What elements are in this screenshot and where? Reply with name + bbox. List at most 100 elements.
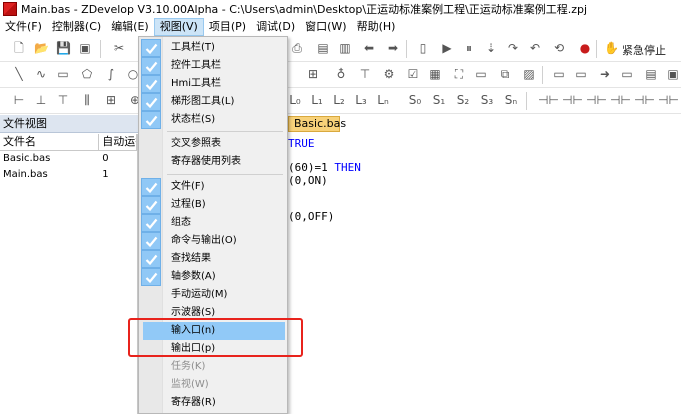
view-menu-item-register[interactable]: 寄存器(R) (139, 394, 287, 412)
bookmark-icon[interactable]: ▥ (338, 41, 352, 55)
view-menu-item-statusbar[interactable]: 状态栏(S) (139, 111, 287, 129)
pin-icon[interactable]: ♁ (334, 67, 348, 81)
main-toolbar: 🗋 📂 💾 ▣ ✂ ⎙ ▤ ▥ ⬅ ➡ ▯ ▶ ⏸ ⇣ ↷ ↶ ⟲ ● ✋ 紧急… (0, 36, 681, 62)
view-menu-item-command-output[interactable]: 命令与输出(O) (139, 232, 287, 250)
axis-sn-button[interactable]: Sₙ (504, 93, 518, 107)
curve-icon[interactable]: ∫ (104, 67, 118, 81)
document-icon[interactable]: ▤ (316, 41, 330, 55)
view-menu-item-cross-reference[interactable]: 交叉参照表 (139, 135, 287, 153)
axis-l3-button[interactable]: L₃ (354, 93, 368, 107)
contact-rise-icon[interactable]: ⊣⊢ (586, 93, 607, 107)
axis-s0-button[interactable]: S₀ (408, 93, 422, 107)
menu-item-label: 轴参数(A) (171, 271, 216, 282)
axis-ln-button[interactable]: Lₙ (376, 93, 390, 107)
line-icon[interactable]: ╲ (12, 67, 26, 81)
menu-help[interactable]: 帮助(H) (352, 18, 401, 36)
title-bar: Main.bas - ZDevelop V3.10.00Alpha - C:\U… (0, 0, 681, 18)
view-menu-item-manual-motion[interactable]: 手动运动(M) (139, 286, 287, 304)
table-icon[interactable]: ▤ (644, 67, 658, 81)
view-menu-item-process[interactable]: 过程(B) (139, 196, 287, 214)
contact-no-icon[interactable]: ⊣⊢ (538, 93, 559, 107)
menu-item-label: 查找结果 (171, 253, 211, 264)
menu-item-label: 工具栏(T) (171, 42, 215, 53)
arrow-icon[interactable]: ➜ (598, 67, 612, 81)
step-out-icon[interactable]: ↶ (528, 41, 542, 55)
save-icon[interactable]: 💾 (56, 41, 71, 55)
image-icon[interactable]: ▨ (522, 67, 536, 81)
code-keyword: THEN (334, 161, 361, 174)
table-row[interactable]: Basic.bas 0 (0, 151, 137, 167)
input-field-icon[interactable]: ▭ (552, 67, 566, 81)
axis-s2-button[interactable]: S₂ (456, 93, 470, 107)
save-all-icon[interactable]: ▣ (78, 41, 92, 55)
column-filename[interactable]: 文件名 (0, 134, 100, 150)
contact-p-icon[interactable]: ⊣⊢ (634, 93, 655, 107)
file-name-cell: Main.bas (3, 169, 48, 180)
edit-field-icon[interactable]: ▭ (574, 67, 588, 81)
axis-l2-button[interactable]: L₂ (332, 93, 346, 107)
view-menu-item-find-results[interactable]: 查找结果 (139, 250, 287, 268)
gear-icon[interactable]: ⚙ (382, 67, 396, 81)
record-icon[interactable]: ● (578, 41, 592, 55)
view-menu-item-file[interactable]: 文件(F) (139, 178, 287, 196)
rectangle-icon[interactable]: ▭ (56, 67, 70, 81)
menu-window[interactable]: 窗口(W) (300, 18, 351, 36)
align-left-icon[interactable]: ⊢ (12, 93, 26, 107)
align-top-icon[interactable]: ⊤ (56, 93, 70, 107)
run-icon[interactable]: ▶ (440, 41, 454, 55)
contact-nc-icon[interactable]: ⊣⊢ (562, 93, 583, 107)
step-into-icon[interactable]: ⇣ (484, 41, 498, 55)
checkmark-icon (141, 178, 161, 196)
contact-f-icon[interactable]: ⊣⊢ (658, 93, 679, 107)
menu-project[interactable]: 项目(P) (204, 18, 251, 36)
more-icon[interactable]: ▣ (666, 67, 680, 81)
button-icon[interactable]: ▭ (620, 67, 634, 81)
cut-icon[interactable]: ✂ (112, 41, 126, 55)
step-over-icon[interactable]: ↷ (506, 41, 520, 55)
column-autorun[interactable]: 自动运行 (99, 134, 137, 150)
grid-large-icon[interactable]: ▦ (428, 67, 442, 81)
label-icon[interactable]: ▭ (474, 67, 488, 81)
download-icon[interactable]: ▯ (416, 41, 430, 55)
frame-icon[interactable]: ⛶ (452, 67, 466, 81)
distribute-icon[interactable]: ⫼ (80, 93, 94, 107)
view-menu-item-axis-params[interactable]: 轴参数(A) (139, 268, 287, 286)
arrow-left-icon[interactable]: ⬅ (362, 41, 376, 55)
pause-icon[interactable]: ⏸ (462, 41, 476, 55)
contact-fall-icon[interactable]: ⊣⊢ (610, 93, 631, 107)
menu-edit[interactable]: 编辑(E) (106, 18, 154, 36)
emergency-stop-button[interactable]: 紧急停止 (622, 42, 666, 58)
clone-icon[interactable]: ⧉ (498, 67, 512, 81)
axis-s1-button[interactable]: S₁ (432, 93, 446, 107)
view-menu-item-toolbar[interactable]: 工具栏(T) (139, 39, 287, 57)
axis-l0-button[interactable]: L₀ (288, 93, 302, 107)
menu-controller[interactable]: 控制器(C) (47, 18, 106, 36)
same-size-icon[interactable]: ⊞ (104, 93, 118, 107)
view-menu-item-configuration[interactable]: 组态 (139, 214, 287, 232)
open-folder-icon[interactable]: 📂 (34, 41, 49, 55)
view-menu-item-control-toolbar[interactable]: 控件工具栏 (139, 57, 287, 75)
checkbox-icon[interactable]: ☑ (406, 67, 420, 81)
view-menu-item-register-usage[interactable]: 寄存器使用列表 (139, 153, 287, 171)
hammer-icon[interactable]: ⊤ (358, 67, 372, 81)
view-menu-item-hmi-toolbar[interactable]: Hmi工具栏 (139, 75, 287, 93)
menu-view[interactable]: 视图(V) (153, 18, 204, 36)
polyline-icon[interactable]: ∿ (34, 67, 48, 81)
tab-basic-bas[interactable]: Basic.bas (288, 116, 346, 132)
axis-l1-button[interactable]: L₁ (310, 93, 324, 107)
table-row[interactable]: Main.bas 1 (0, 167, 137, 183)
polygon-icon[interactable]: ⬠ (80, 67, 94, 81)
new-file-icon[interactable]: 🗋 (12, 41, 26, 55)
menu-debug[interactable]: 调试(D) (251, 18, 300, 36)
run-to-cursor-icon[interactable]: ⟲ (552, 41, 566, 55)
view-menu-item-ladder-tool[interactable]: 梯形图工具(L) (139, 93, 287, 111)
arrow-right-icon[interactable]: ➡ (386, 41, 400, 55)
align-bottom-icon[interactable]: ⊥ (34, 93, 48, 107)
hand-stop-icon[interactable]: ✋ (604, 41, 619, 55)
grid-icon[interactable]: ⊞ (306, 67, 320, 81)
axis-s3-button[interactable]: S₃ (480, 93, 494, 107)
menu-item-label: 状态栏(S) (171, 114, 216, 125)
menu-file[interactable]: 文件(F) (0, 18, 47, 36)
print-icon[interactable]: ⎙ (290, 41, 304, 55)
checkmark-icon (141, 232, 161, 250)
